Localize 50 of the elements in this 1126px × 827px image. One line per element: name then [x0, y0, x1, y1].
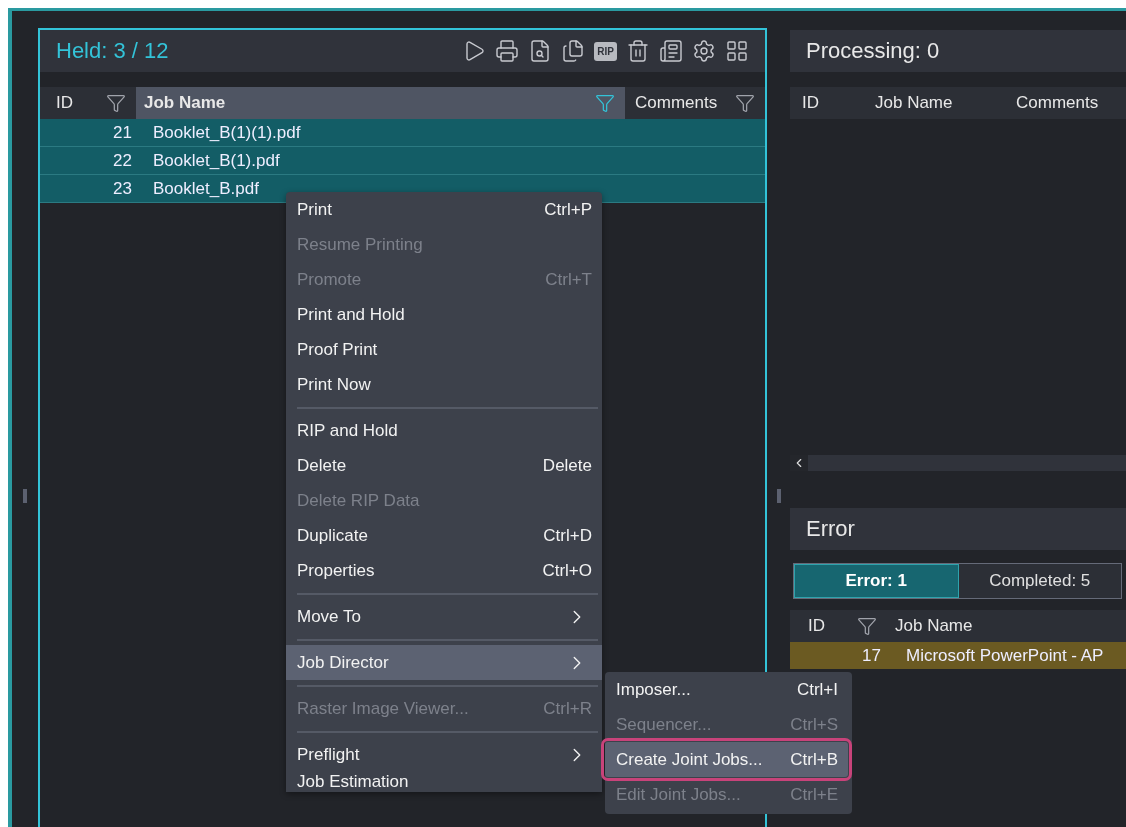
menu-item[interactable]: Imposer... Ctrl+I	[605, 672, 848, 707]
job-id: 22	[112, 150, 132, 171]
menu-item[interactable]: RIP and Hold	[286, 413, 602, 448]
panel-title: Held: 3 / 12	[56, 38, 169, 64]
job-id: 17	[861, 645, 881, 666]
menu-item[interactable]: Proof Print	[286, 332, 602, 367]
job-row[interactable]: 22 Booklet_B(1).pdf	[40, 147, 765, 175]
filter-icon[interactable]	[595, 93, 615, 113]
status-tab[interactable]: Completed: 5	[958, 564, 1121, 598]
panel-title: Error	[806, 516, 855, 542]
panel-title: Processing: 0	[806, 38, 940, 64]
menu-item[interactable]: Print and Hold	[286, 297, 602, 332]
column-header[interactable]: Comments	[998, 87, 1126, 119]
column-header[interactable]: Job Name	[887, 610, 1126, 642]
printer-icon[interactable]	[495, 39, 520, 63]
job-id: 23	[112, 178, 132, 199]
job-row[interactable]: 21 Booklet_B(1)(1).pdf	[40, 119, 765, 147]
job-id: 21	[112, 122, 132, 143]
status-tab[interactable]: Error: 1	[794, 564, 959, 598]
rip-button[interactable]: RIP	[594, 41, 617, 61]
job-row[interactable]: 17 Microsoft PowerPoint - AP	[790, 642, 1126, 669]
horizontal-scrollbar[interactable]	[790, 455, 1126, 471]
splitter-grip-icon[interactable]	[776, 489, 781, 503]
filter-icon[interactable]	[106, 93, 126, 113]
column-header[interactable]: Job Name	[865, 87, 998, 119]
menu-item[interactable]: Preflight	[286, 737, 602, 772]
documents-icon[interactable]	[561, 39, 586, 63]
job-name: Booklet_B(1).pdf	[152, 150, 281, 171]
settings-icon[interactable]	[692, 39, 716, 63]
trash-icon[interactable]	[626, 39, 650, 63]
filter-icon[interactable]	[735, 93, 755, 113]
menu-item[interactable]: Job Estimation	[286, 772, 602, 792]
job-name: Microsoft PowerPoint - AP	[905, 645, 1105, 666]
list-card-icon[interactable]	[659, 39, 683, 63]
menu-item[interactable]: Move To	[286, 599, 602, 634]
job-name: Booklet_B(1)(1).pdf	[152, 122, 302, 143]
splitter-grip-icon[interactable]	[23, 489, 27, 503]
column-header[interactable]: ID	[790, 610, 887, 642]
column-header[interactable]: ID	[790, 87, 865, 119]
column-header[interactable]: ID	[40, 87, 136, 119]
filter-icon[interactable]	[857, 616, 877, 636]
menu-item[interactable]: Duplicate Ctrl+D	[286, 518, 602, 553]
menu-item[interactable]: Delete Delete	[286, 448, 602, 483]
menu-item[interactable]: Job Director	[286, 645, 602, 680]
menu-item[interactable]: Properties Ctrl+O	[286, 553, 602, 588]
grid-icon[interactable]	[725, 39, 749, 63]
menu-item[interactable]: Print Now	[286, 367, 602, 402]
column-header[interactable]: Comments	[625, 87, 765, 119]
job-name: Booklet_B.pdf	[152, 178, 260, 199]
column-header[interactable]: Job Name	[136, 87, 625, 119]
